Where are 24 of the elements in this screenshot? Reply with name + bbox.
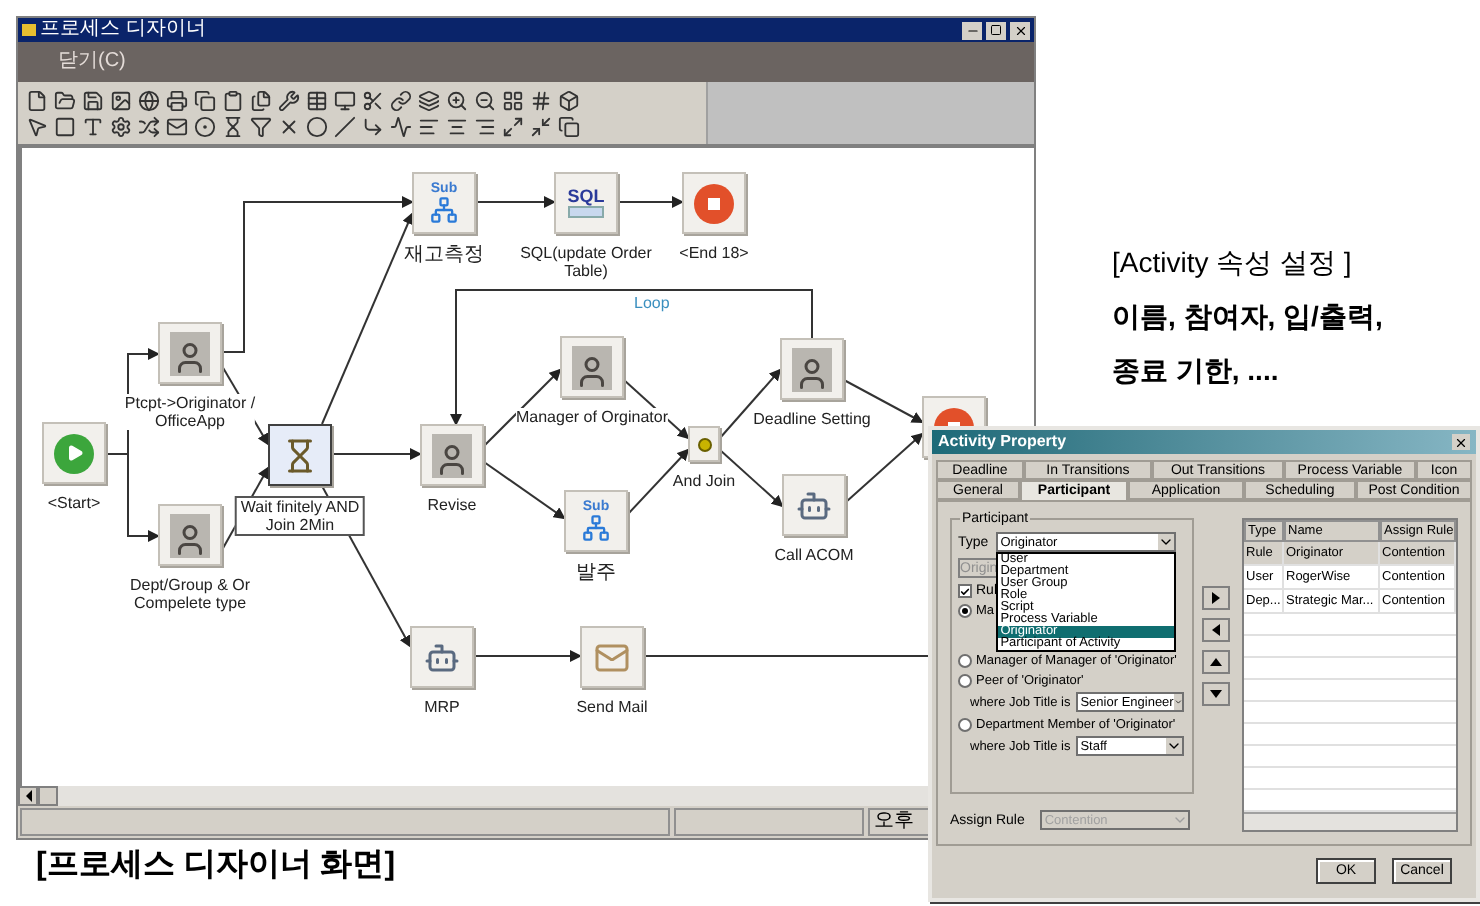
dialog-title: Activity Property: [938, 434, 1069, 450]
annotation-text: [Activity 속성 설정 ]: [1112, 244, 1354, 280]
node-label: Send Mail: [576, 698, 648, 716]
node-label: 재고측정: [404, 244, 484, 266]
node-label: Ptcpt->Originator / OfficeApp: [124, 394, 256, 430]
node-label: Wait finitely AND Join 2Min: [234, 496, 366, 536]
node-label: Revise: [427, 496, 477, 514]
annotation-text: 이름, 참여자, 입/출력,: [1112, 298, 1383, 334]
node-label: <Start>: [47, 494, 101, 512]
node-label: Call ACOM: [774, 546, 854, 564]
node-label: Deadline Setting: [753, 410, 871, 428]
status-time: 오후: [874, 812, 914, 832]
annotation-text: 종료 기한, ....: [1112, 352, 1281, 388]
node-label: Manager of Orginator: [515, 408, 669, 426]
caption: [프로세스 디자이너 화면]: [36, 848, 396, 884]
node-label: <End 18>: [679, 244, 749, 262]
node-label: 발주: [576, 562, 616, 584]
node-label: SQL(update Order Table): [520, 244, 652, 280]
window-title: 프로세스 디자이너: [40, 20, 206, 40]
icon-caption: SQL: [567, 188, 605, 206]
loop-label: Loop: [634, 296, 670, 312]
node-label: MRP: [424, 698, 460, 716]
node-label: And Join: [672, 472, 736, 490]
node-label: Dept/Group & Or Compelete type: [129, 576, 251, 612]
